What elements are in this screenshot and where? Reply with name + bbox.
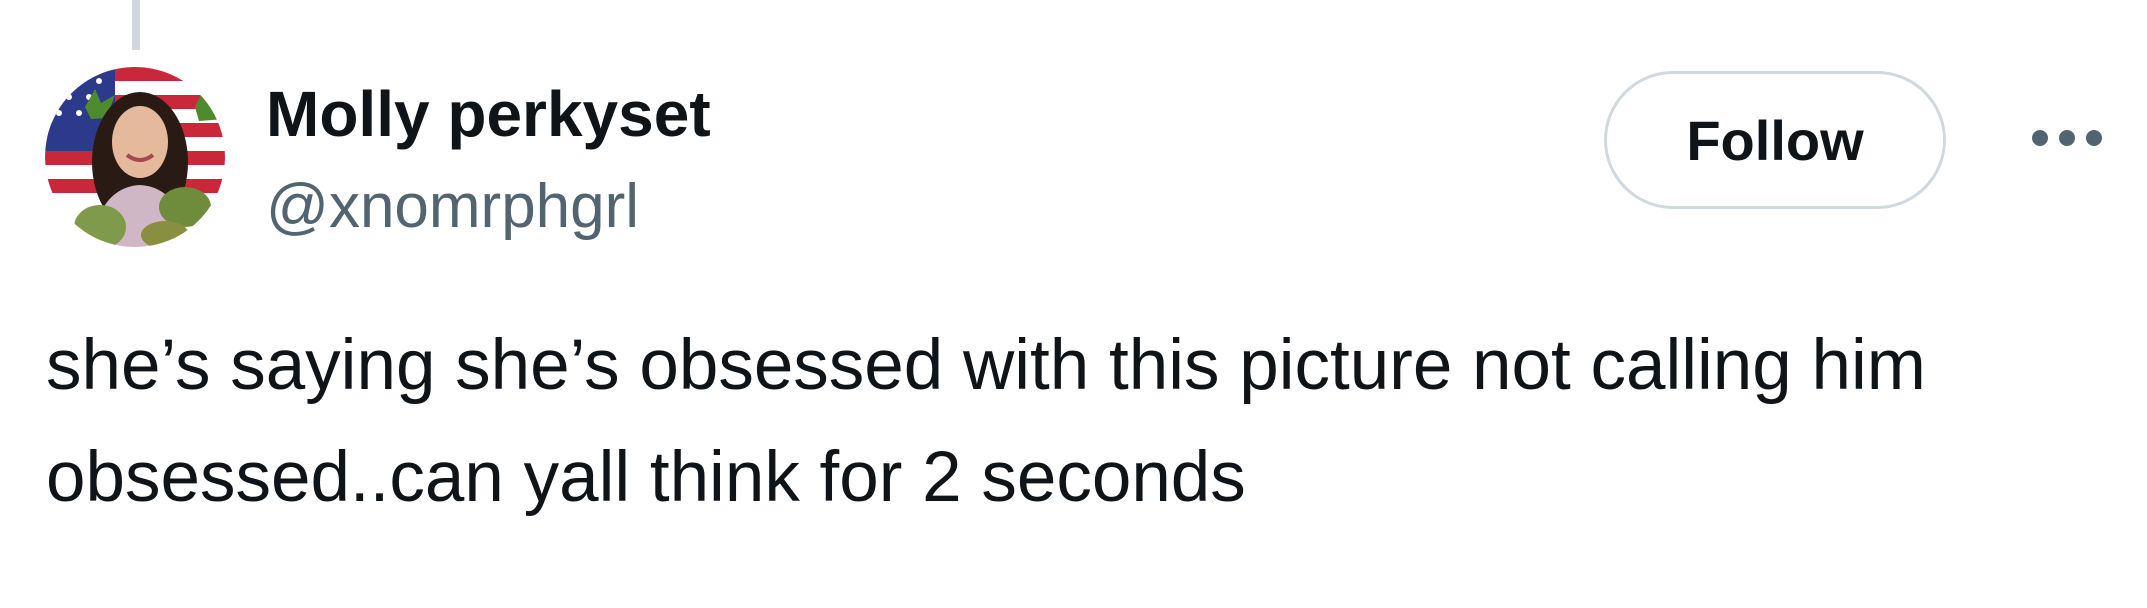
more-options-icon[interactable] bbox=[2030, 126, 2104, 150]
author-handle[interactable]: @xnomrphgrl bbox=[266, 168, 639, 246]
author-display-name[interactable]: Molly perkyset bbox=[266, 72, 711, 156]
follow-button[interactable]: Follow bbox=[1604, 71, 1946, 209]
thread-connector-line bbox=[132, 0, 140, 50]
profile-photo-avatar-icon bbox=[45, 67, 225, 247]
tweet-text: she’s saying she’s obsessed with this pi… bbox=[46, 310, 2126, 534]
tweet-text-line: obsessed..can yall think for 2 seconds bbox=[46, 438, 1246, 517]
avatar[interactable] bbox=[45, 67, 225, 247]
tweet-text-line: she’s saying she’s obsessed with this pi… bbox=[46, 326, 1926, 405]
